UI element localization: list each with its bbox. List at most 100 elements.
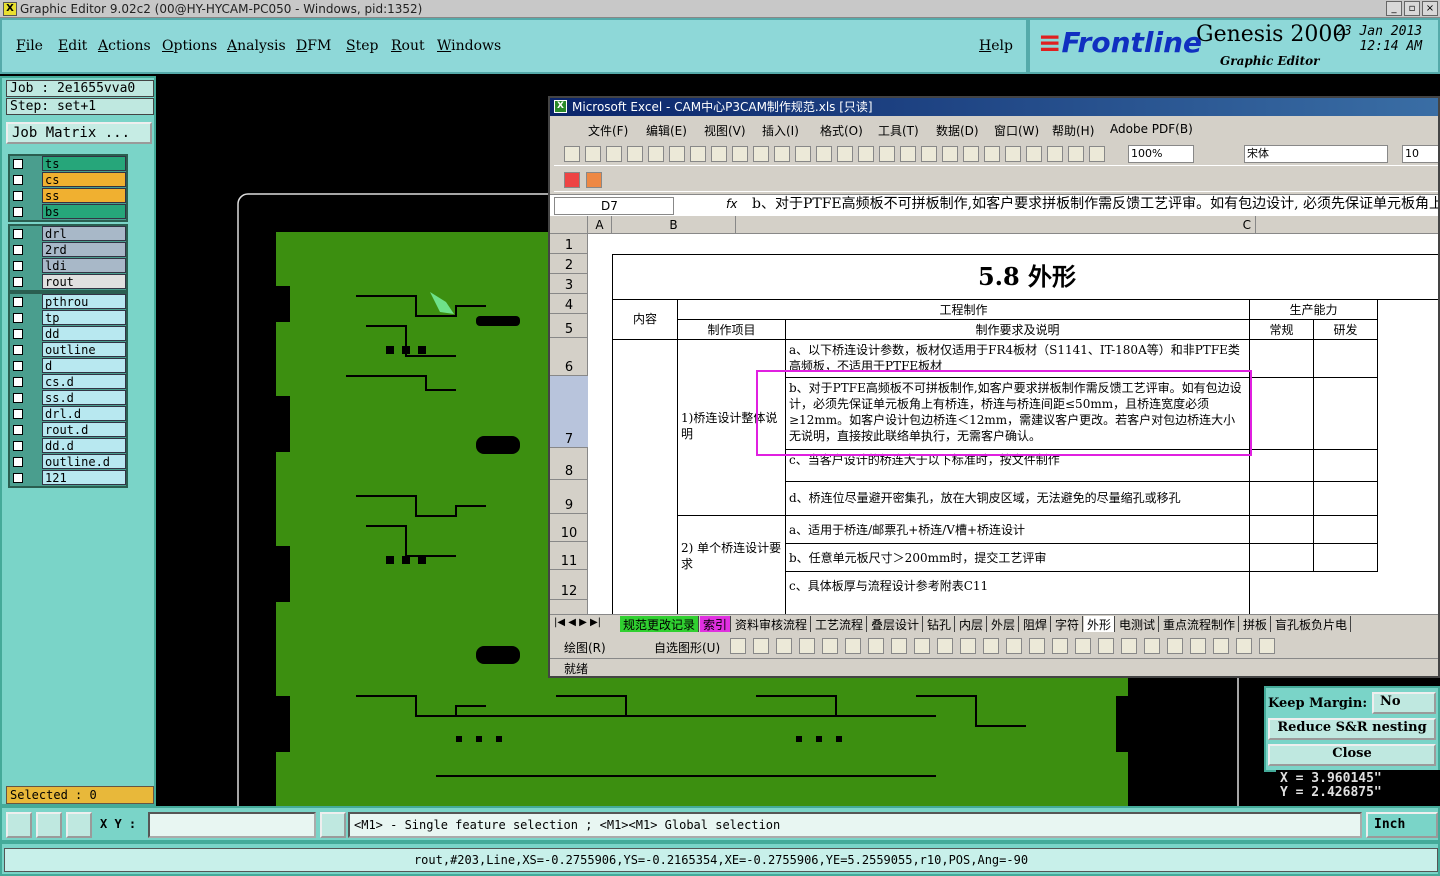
- sheet-tab[interactable]: 资料审核流程: [732, 616, 812, 632]
- pdf-convert-icon[interactable]: [564, 172, 580, 188]
- layer-checkbox[interactable]: [13, 313, 23, 323]
- spreadsheet-grid[interactable]: A B C 1 2 3 4 5 6 7 8 9 10 11 12 5.8 外形 内容 工程制作 生产能…: [550, 216, 1438, 614]
- layer-row-dd[interactable]: dd: [10, 326, 126, 342]
- toolbar-icon[interactable]: [564, 146, 580, 162]
- font-select[interactable]: 宋体: [1244, 145, 1388, 163]
- toolbar-icon[interactable]: [774, 146, 790, 162]
- draw-tool-icon[interactable]: [776, 638, 792, 654]
- layer-row-ss-d[interactable]: ss.d: [10, 390, 126, 406]
- autoshapes-menu[interactable]: 自选图形(U): [654, 639, 720, 656]
- draw-tool-icon[interactable]: [1006, 638, 1022, 654]
- layer-row-dd-d[interactable]: dd.d: [10, 438, 126, 454]
- keep-margin-select[interactable]: No: [1372, 692, 1436, 714]
- toolbar-icon[interactable]: [1068, 146, 1084, 162]
- sheet-tab[interactable]: 钻孔: [924, 616, 956, 632]
- snap-grid-icon[interactable]: [66, 812, 92, 838]
- draw-tool-icon[interactable]: [891, 638, 907, 654]
- excel-menu-item[interactable]: 视图(V): [704, 122, 746, 139]
- layer-row-pthrou[interactable]: pthrou: [10, 294, 126, 310]
- layer-name[interactable]: cs: [42, 172, 126, 187]
- excel-menu-item[interactable]: 工具(T): [878, 122, 919, 139]
- toolbar-icon[interactable]: [837, 146, 853, 162]
- layer-checkbox[interactable]: [13, 441, 23, 451]
- layer-name[interactable]: rout.d: [42, 422, 126, 437]
- toolbar-icon[interactable]: [984, 146, 1000, 162]
- layer-row-bs[interactable]: bs: [10, 204, 126, 220]
- toolbar-icon[interactable]: [816, 146, 832, 162]
- cap-cell[interactable]: [1314, 516, 1378, 544]
- menu-rout[interactable]: Rout: [391, 38, 425, 54]
- draw-tool-icon[interactable]: [937, 638, 953, 654]
- layer-checkbox[interactable]: [13, 377, 23, 387]
- row-header[interactable]: 12: [550, 570, 588, 600]
- layer-name[interactable]: drl.d: [42, 406, 126, 421]
- layer-checkbox[interactable]: [13, 245, 23, 255]
- excel-menu-item[interactable]: 文件(F): [588, 122, 628, 139]
- cap-cell[interactable]: [1314, 544, 1378, 572]
- layer-name[interactable]: ss: [42, 188, 126, 203]
- layer-row-outline-d[interactable]: outline.d: [10, 454, 126, 470]
- excel-menu-item[interactable]: 插入(I): [762, 122, 799, 139]
- row-header[interactable]: 11: [550, 542, 588, 570]
- row-header[interactable]: 7: [550, 376, 588, 448]
- excel-menu-item[interactable]: 窗口(W): [994, 122, 1039, 139]
- excel-menu-item[interactable]: 格式(O): [820, 122, 863, 139]
- layer-checkbox[interactable]: [13, 345, 23, 355]
- draw-tool-icon[interactable]: [799, 638, 815, 654]
- close-button[interactable]: Close: [1268, 744, 1436, 766]
- excel-menu-item[interactable]: 数据(D): [936, 122, 979, 139]
- toolbar-icon[interactable]: [1005, 146, 1021, 162]
- layer-checkbox[interactable]: [13, 297, 23, 307]
- toolbar-icon[interactable]: [963, 146, 979, 162]
- excel-menu-item[interactable]: Adobe PDF(B): [1110, 122, 1193, 136]
- menu-edit[interactable]: Edit: [58, 38, 87, 54]
- layer-name[interactable]: dd: [42, 326, 126, 341]
- draw-tool-icon[interactable]: [983, 638, 999, 654]
- layer-row-121[interactable]: 121: [10, 470, 126, 486]
- layer-row-2rd[interactable]: 2rd: [10, 242, 126, 258]
- menu-options[interactable]: Options: [162, 38, 217, 54]
- layer-checkbox[interactable]: [13, 473, 23, 483]
- layer-name[interactable]: outline.d: [42, 454, 126, 469]
- name-box[interactable]: D7: [554, 197, 674, 215]
- layer-name[interactable]: 121: [42, 470, 126, 485]
- layer-name[interactable]: tp: [42, 310, 126, 325]
- draw-tool-icon[interactable]: [868, 638, 884, 654]
- row10-cell[interactable]: a、适用于桥连/邮票孔+桥连/V槽+桥连设计: [786, 516, 1250, 544]
- layer-checkbox[interactable]: [13, 207, 23, 217]
- layer-checkbox[interactable]: [13, 329, 23, 339]
- row-header[interactable]: 1: [550, 234, 588, 254]
- layer-checkbox[interactable]: [13, 393, 23, 403]
- toolbar-icon[interactable]: [1026, 146, 1042, 162]
- layer-row-d[interactable]: d: [10, 358, 126, 374]
- sheet-tab[interactable]: 盲孔板负片电: [1272, 616, 1352, 632]
- draw-tool-icon[interactable]: [753, 638, 769, 654]
- toolbar-icon[interactable]: [942, 146, 958, 162]
- layer-name[interactable]: ss.d: [42, 390, 126, 405]
- formula-input[interactable]: b、对于PTFE高频板不可拼板制作,如客户要求拼板制作需反馈工艺评审。如有包边设…: [752, 195, 1438, 213]
- layer-row-rout[interactable]: rout: [10, 274, 126, 290]
- sheet-tab[interactable]: 外层: [988, 616, 1020, 632]
- menu-analysis[interactable]: Analysis: [227, 38, 286, 54]
- toolbar-icon[interactable]: [627, 146, 643, 162]
- col-header-a[interactable]: A: [588, 216, 612, 234]
- toolbar-icon[interactable]: [879, 146, 895, 162]
- layer-row-ss[interactable]: ss: [10, 188, 126, 204]
- layer-name[interactable]: ts: [42, 156, 126, 171]
- row-header[interactable]: 9: [550, 480, 588, 514]
- cap-cell[interactable]: [1250, 450, 1314, 482]
- content-cell[interactable]: [612, 340, 678, 614]
- sheet-tab[interactable]: 外形: [1084, 616, 1116, 632]
- layer-name[interactable]: drl: [42, 226, 126, 241]
- job-matrix-button[interactable]: Job Matrix ...: [6, 122, 152, 144]
- layer-row-cs[interactable]: cs: [10, 172, 126, 188]
- toolbar-icon[interactable]: [921, 146, 937, 162]
- cap-cell[interactable]: [1250, 482, 1314, 516]
- draw-tool-icon[interactable]: [1029, 638, 1045, 654]
- layer-name[interactable]: bs: [42, 204, 126, 219]
- sheet-tab[interactable]: 工艺流程: [812, 616, 868, 632]
- layer-row-drl-d[interactable]: drl.d: [10, 406, 126, 422]
- sheet-tab[interactable]: 阻焊: [1020, 616, 1052, 632]
- maximize-button[interactable]: ▫: [1404, 1, 1420, 16]
- menu-windows[interactable]: Windows: [437, 38, 501, 54]
